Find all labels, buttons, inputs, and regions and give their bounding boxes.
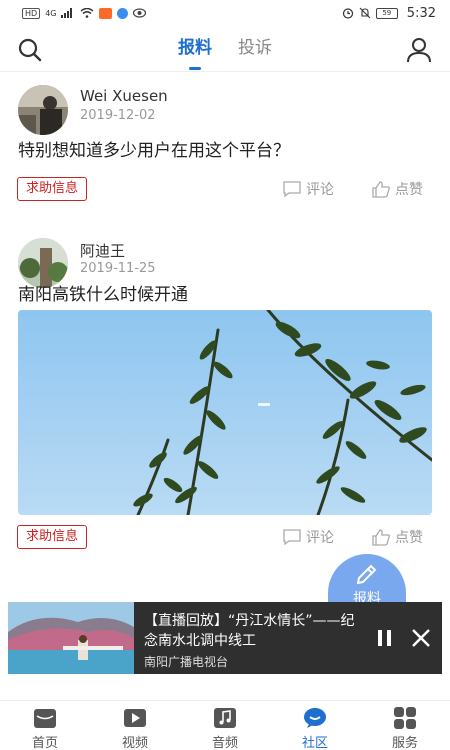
- thumbs-up-icon: [372, 529, 390, 546]
- mute-bell-icon: [359, 7, 371, 19]
- chat-icon: [304, 708, 326, 728]
- player-thumbnail[interactable]: [8, 602, 134, 674]
- tab-bar: 报料 投诉: [0, 28, 450, 72]
- post-photo[interactable]: [18, 310, 432, 515]
- video-icon: [124, 709, 146, 727]
- alarm-icon: [342, 8, 353, 19]
- post-card[interactable]: Wei Xuesen 2019-12-02 特别想知道多少用户在用这个平台？ 求…: [0, 82, 450, 212]
- comment-button[interactable]: 评论: [282, 527, 334, 547]
- post-author[interactable]: 阿迪王: [80, 240, 125, 261]
- status-bar: HD 4G 59 5:32: [0, 0, 450, 26]
- pause-icon[interactable]: [376, 629, 394, 647]
- comment-button[interactable]: 评论: [282, 179, 334, 199]
- home-icon: [34, 709, 56, 728]
- wifi-icon: [81, 8, 94, 18]
- avatar-photo: [18, 85, 68, 135]
- nav-label: 服务: [391, 736, 418, 750]
- bottom-nav: 首页 视频 音频 社区 服务: [0, 700, 450, 750]
- like-label: 点赞: [395, 182, 423, 198]
- music-icon: [214, 708, 236, 728]
- like-label: 点赞: [395, 530, 423, 546]
- user-icon[interactable]: [406, 36, 432, 64]
- post-text[interactable]: 南阳高铁什么时候开通: [18, 280, 188, 305]
- grid-icon: [394, 707, 416, 729]
- eye-icon: [133, 8, 147, 18]
- audio-player[interactable]: 【直播回放】“丹江水情长”——纪念南水北调中线工 南阳广播电视台: [8, 602, 442, 674]
- comment-icon: [283, 529, 301, 546]
- post-date: 2019-11-25: [80, 261, 156, 276]
- nav-community[interactable]: 社区: [270, 701, 360, 750]
- battery-indicator: 59: [375, 7, 398, 19]
- nav-services[interactable]: 服务: [360, 701, 450, 750]
- player-thumbnail-image: [8, 602, 134, 674]
- avatar[interactable]: [18, 85, 68, 135]
- nav-video[interactable]: 视频: [90, 701, 180, 750]
- app-notification-icon: [99, 7, 113, 19]
- tab-complaint[interactable]: 投诉: [238, 28, 272, 72]
- player-title[interactable]: 【直播回放】“丹江水情长”——纪念南水北调中线工: [144, 611, 362, 651]
- status-time: 5:32: [406, 5, 436, 21]
- hd-badge: HD: [22, 7, 41, 19]
- post-author[interactable]: Wei Xuesen: [80, 87, 168, 105]
- signal-icon: [61, 8, 73, 18]
- nav-label: 视频: [121, 736, 148, 750]
- nav-label: 音频: [211, 736, 238, 750]
- network-label: 4G: [45, 8, 57, 18]
- like-button[interactable]: 点赞: [371, 179, 423, 199]
- comment-icon: [283, 181, 301, 198]
- thumbs-up-icon: [372, 181, 390, 198]
- nav-label: 首页: [31, 736, 58, 750]
- tree-branches-photo: [133, 310, 432, 515]
- close-icon[interactable]: [411, 628, 431, 648]
- post-text[interactable]: 特别想知道多少用户在用这个平台？: [18, 136, 290, 161]
- pencil-icon: [356, 564, 377, 584]
- nav-label: 社区: [301, 736, 328, 750]
- comment-label: 评论: [306, 530, 334, 546]
- help-tag[interactable]: 求助信息: [17, 177, 88, 201]
- comment-label: 评论: [306, 182, 334, 198]
- nav-audio[interactable]: 音频: [180, 701, 270, 750]
- like-button[interactable]: 点赞: [371, 527, 423, 547]
- help-tag[interactable]: 求助信息: [17, 525, 88, 549]
- tab-report[interactable]: 报料: [178, 28, 212, 72]
- player-source: 南阳广播电视台: [144, 655, 229, 669]
- top-header: 报料 投诉: [0, 28, 450, 72]
- app-notification-icon: [117, 7, 129, 19]
- nav-home[interactable]: 首页: [0, 701, 90, 750]
- post-date: 2019-12-02: [80, 108, 156, 123]
